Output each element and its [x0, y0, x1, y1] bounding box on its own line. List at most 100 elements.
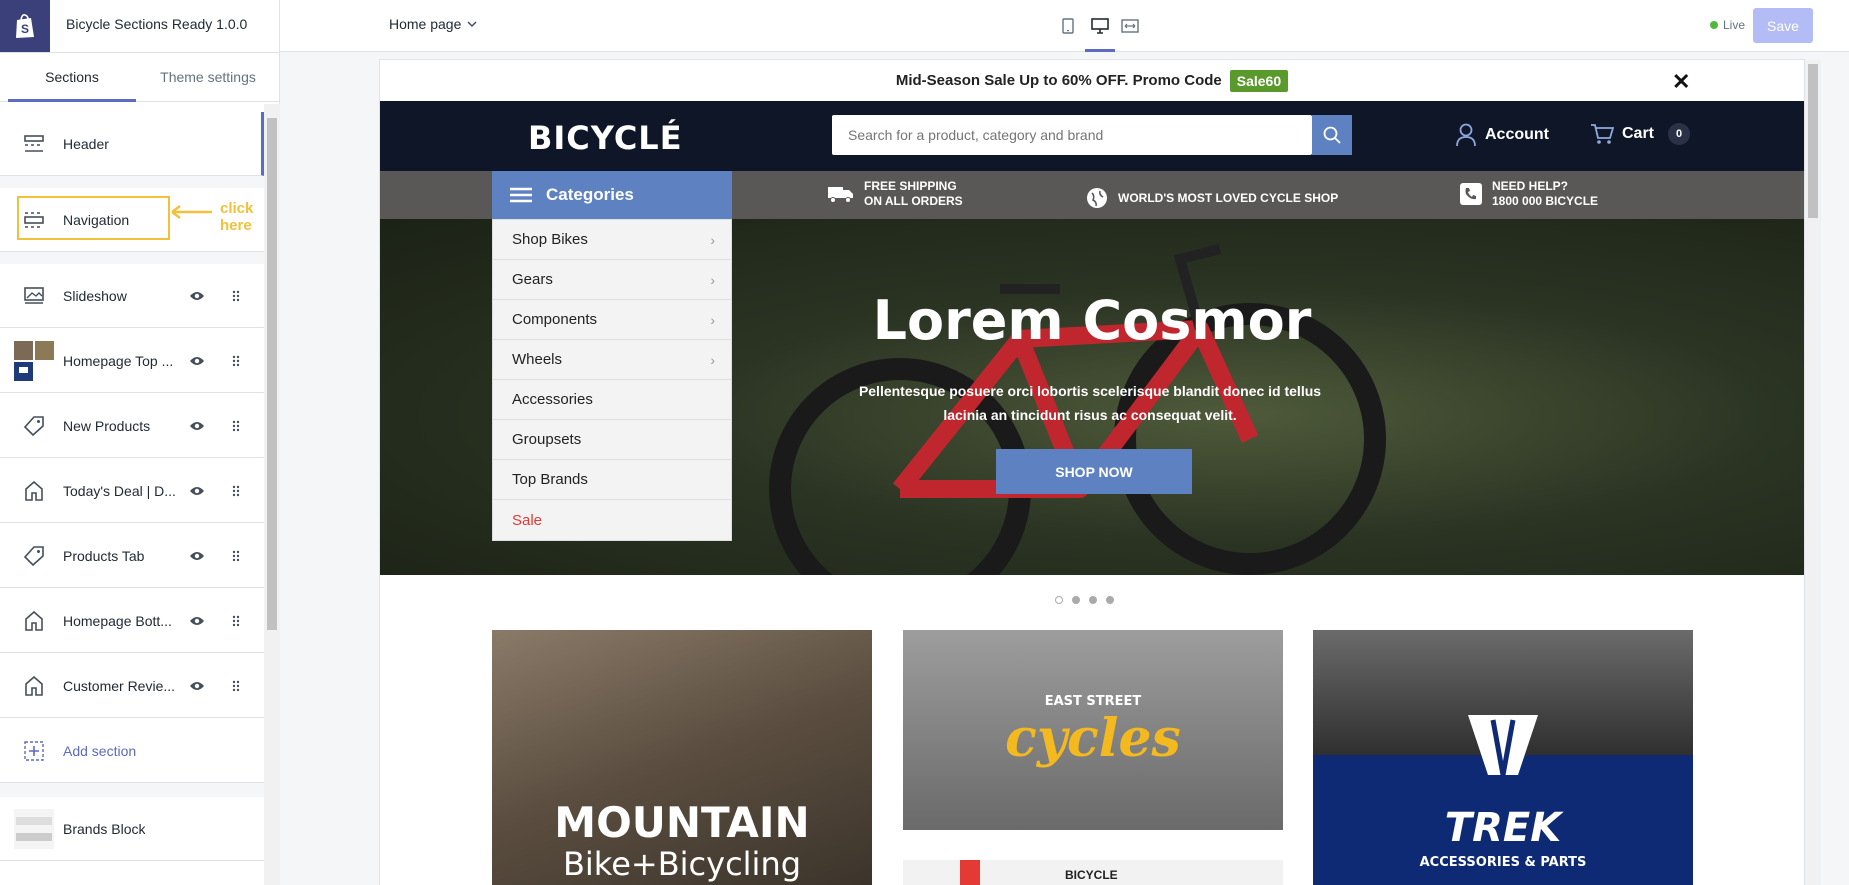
categories-menu: Shop Bikes › Gears › Components › Wheels › A… — [492, 219, 732, 541]
globe-icon — [1087, 188, 1107, 208]
banner-east-street[interactable]: EAST STREET cycles — [903, 630, 1283, 830]
account-label: Account — [1485, 126, 1549, 143]
info-line-2: 1800 000 BICYCLE — [1492, 194, 1599, 208]
section-header[interactable]: Header — [0, 112, 264, 176]
cart-label: Cart — [1622, 125, 1655, 142]
drag-handle-icon[interactable] — [229, 611, 243, 631]
drag-handle-icon[interactable] — [229, 546, 243, 566]
slide-dot[interactable] — [1072, 596, 1080, 604]
section-todays-deal[interactable]: Today's Deal | D... — [0, 459, 264, 523]
drag-handle-icon[interactable] — [229, 286, 243, 306]
menu-item-label: Groupsets — [512, 431, 582, 448]
slide-dot[interactable] — [1089, 596, 1097, 604]
store-header: BICYCLÉ Account Cart 0 — [380, 101, 1804, 171]
shop-now-button[interactable]: SHOP NOW — [996, 449, 1192, 494]
info-free-shipping: FREE SHIPPING ON ALL ORDERS — [828, 179, 963, 209]
menu-item-groupsets[interactable]: Groupsets — [493, 420, 731, 460]
shopify-bag-icon: S — [16, 14, 34, 38]
banner-mountain[interactable]: MOUNTAIN Bike+Bicycling — [492, 630, 872, 885]
viewport-fullwidth-button[interactable] — [1118, 14, 1142, 38]
menu-item-shop-bikes[interactable]: Shop Bikes › — [493, 220, 731, 260]
page-selector[interactable]: Home page — [389, 16, 477, 32]
promo-bar: Mid-Season Sale Up to 60% OFF. Promo Cod… — [380, 60, 1804, 101]
tab-theme-settings[interactable]: Theme settings — [146, 53, 270, 102]
section-new-products[interactable]: New Products — [0, 394, 264, 458]
editor-sidebar: S Bicycle Sections Ready 1.0.0 Sections … — [0, 0, 280, 885]
info-line-1: NEED HELP? — [1492, 179, 1569, 193]
add-section-icon — [22, 739, 46, 763]
slide-dot[interactable] — [1055, 596, 1063, 604]
menu-item-label: Gears — [512, 271, 553, 288]
section-label: Today's Deal | D... — [63, 482, 175, 499]
section-group-gap — [0, 176, 264, 188]
banner-bicycle[interactable]: BICYCLE — [903, 860, 1283, 885]
menu-item-components[interactable]: Components › — [493, 300, 731, 340]
account-link[interactable]: Account — [1455, 123, 1549, 147]
preview-scrollbar-thumb[interactable] — [1808, 64, 1818, 218]
sidebar-scrollbar[interactable] — [264, 104, 280, 885]
menu-item-sale[interactable]: Sale — [493, 500, 731, 540]
trek-logo-icon — [1468, 715, 1538, 776]
menu-item-top-brands[interactable]: Top Brands — [493, 460, 731, 500]
search-input[interactable] — [832, 115, 1272, 155]
section-customer-reviews[interactable]: Customer Revie... — [0, 654, 264, 718]
eye-icon[interactable] — [187, 286, 207, 306]
section-products-tab[interactable]: Products Tab — [0, 524, 264, 588]
sidebar-scrollbar-thumb[interactable] — [267, 118, 277, 630]
live-label: Live — [1723, 18, 1746, 32]
menu-item-wheels[interactable]: Wheels › — [493, 340, 731, 380]
close-icon[interactable]: ✕ — [1672, 69, 1690, 95]
drag-handle-icon[interactable] — [229, 676, 243, 696]
eye-icon[interactable] — [187, 611, 207, 631]
categories-button[interactable]: Categories — [492, 171, 732, 219]
section-homepage-top[interactable]: Homepage Top ... — [0, 329, 264, 393]
chevron-right-icon: › — [710, 271, 715, 288]
eye-icon[interactable] — [187, 351, 207, 371]
menu-item-accessories[interactable]: Accessories — [493, 380, 731, 420]
hero-text: Pellentesque posuere orci lobortis scele… — [858, 383, 1322, 423]
eye-icon[interactable] — [187, 676, 207, 696]
eye-icon[interactable] — [187, 481, 207, 501]
search-box — [832, 115, 1352, 155]
banner-subtitle: Bike+Bicycling — [562, 845, 802, 883]
editor-topbar: Home page Live Save — [280, 0, 1849, 52]
section-label: Homepage Top ... — [63, 352, 174, 369]
store-icon — [22, 479, 46, 503]
eye-icon[interactable] — [187, 416, 207, 436]
drag-handle-icon[interactable] — [229, 481, 243, 501]
drag-handle-icon[interactable] — [229, 351, 243, 371]
banner-subtitle: cycles — [1005, 708, 1181, 769]
store-nav-bar: Categories FREE SHIPPING ON ALL ORDERS WO… — [380, 171, 1804, 219]
search-button[interactable] — [1312, 115, 1352, 155]
section-homepage-bottom[interactable]: Homepage Bott... — [0, 589, 264, 653]
banner-title: BICYCLE — [1065, 868, 1118, 882]
save-button[interactable]: Save — [1753, 8, 1813, 43]
preview-scrollbar[interactable] — [1805, 60, 1821, 885]
drag-handle-icon[interactable] — [229, 416, 243, 436]
section-brands-block[interactable]: Brands Block — [0, 797, 264, 861]
tab-sections[interactable]: Sections — [8, 53, 136, 102]
slide-dot[interactable] — [1106, 596, 1114, 604]
viewport-desktop-button[interactable] — [1088, 14, 1112, 38]
section-group-gap — [0, 783, 264, 797]
menu-item-label: Shop Bikes — [512, 231, 588, 248]
chevron-right-icon: › — [710, 311, 715, 328]
info-line-2: ON ALL ORDERS — [864, 194, 963, 208]
shopify-logo[interactable]: S — [0, 0, 50, 52]
cart-link[interactable]: Cart 0 — [1590, 123, 1691, 145]
tag-icon — [22, 544, 46, 568]
info-line-1: FREE SHIPPING — [864, 179, 957, 193]
viewport-mobile-button[interactable] — [1056, 14, 1080, 38]
menu-item-gears[interactable]: Gears › — [493, 260, 731, 300]
promo-code-badge: Sale60 — [1229, 69, 1289, 92]
add-section-button[interactable]: Add section — [0, 719, 264, 783]
banner-accent — [960, 860, 980, 885]
eye-icon[interactable] — [187, 546, 207, 566]
section-slideshow[interactable]: Slideshow — [0, 264, 264, 328]
navigation-highlight-box — [17, 196, 170, 240]
banner-trek[interactable]: TREK ACCESSORIES & PARTS — [1313, 630, 1693, 885]
store-logo[interactable]: BICYCLÉ — [528, 119, 683, 157]
user-icon — [1456, 123, 1476, 147]
info-cycle-shop: WORLD'S MOST LOVED CYCLE SHOP — [1086, 187, 1338, 209]
section-label: Products Tab — [63, 547, 145, 564]
